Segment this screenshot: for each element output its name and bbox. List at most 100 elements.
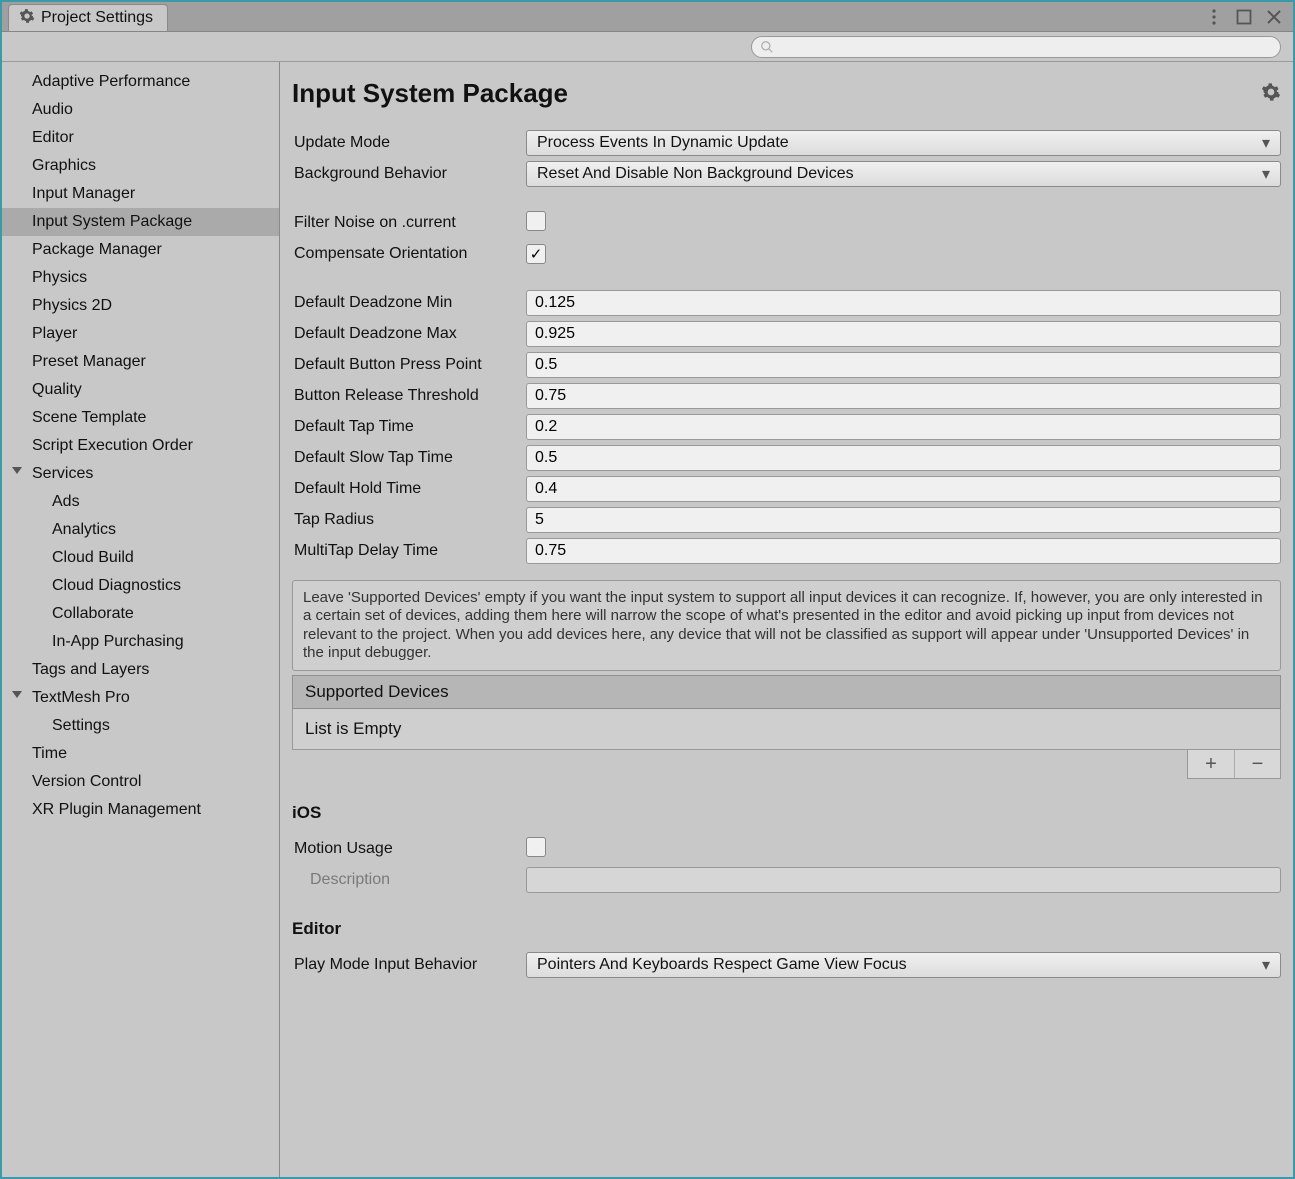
sidebar-item-input-system-package[interactable]: Input System Package: [2, 208, 279, 236]
filter-noise-label: Filter Noise on .current: [292, 214, 526, 232]
sidebar-item-quality[interactable]: Quality: [2, 376, 279, 404]
sidebar-item-textmesh-pro[interactable]: TextMesh Pro: [2, 684, 279, 712]
sidebar-item-version-control[interactable]: Version Control: [2, 768, 279, 796]
tab-project-settings[interactable]: Project Settings: [8, 4, 168, 31]
sidebar-item-label: TextMesh Pro: [32, 689, 130, 706]
motion-usage-checkbox[interactable]: [526, 837, 546, 857]
sidebar-item-scene-template[interactable]: Scene Template: [2, 404, 279, 432]
list-remove-button[interactable]: −: [1234, 750, 1280, 778]
button-release-threshold-label: Button Release Threshold: [292, 387, 526, 405]
background-behavior-select[interactable]: Reset And Disable Non Background Devices…: [526, 161, 1281, 187]
sidebar-item-label: Time: [32, 745, 67, 762]
sidebar-item-label: Scene Template: [32, 409, 146, 426]
tap-time-label: Default Tap Time: [292, 418, 526, 436]
play-mode-input-behavior-select[interactable]: Pointers And Keyboards Respect Game View…: [526, 952, 1281, 978]
multitap-delay-label: MultiTap Delay Time: [292, 542, 526, 560]
close-icon[interactable]: [1265, 8, 1283, 26]
sidebar-item-audio[interactable]: Audio: [2, 96, 279, 124]
chevron-down-icon: [12, 467, 22, 474]
select-value: Reset And Disable Non Background Devices: [537, 165, 854, 183]
list-add-button[interactable]: +: [1188, 750, 1234, 778]
supported-devices-info: Leave 'Supported Devices' empty if you w…: [292, 580, 1281, 671]
sidebar-item-analytics[interactable]: Analytics: [2, 516, 279, 544]
sidebar-item-adaptive-performance[interactable]: Adaptive Performance: [2, 68, 279, 96]
deadzone-min-label: Default Deadzone Min: [292, 294, 526, 312]
sidebar-item-physics[interactable]: Physics: [2, 264, 279, 292]
gear-icon: [19, 8, 35, 29]
project-settings-window: Project Settings Adaptive Performance Aud…: [0, 0, 1295, 1179]
sidebar-item-script-execution-order[interactable]: Script Execution Order: [2, 432, 279, 460]
sidebar-item-services[interactable]: Services: [2, 460, 279, 488]
select-value: Process Events In Dynamic Update: [537, 134, 789, 152]
motion-description-input[interactable]: [526, 867, 1281, 893]
sidebar-item-xr-plugin-management[interactable]: XR Plugin Management: [2, 796, 279, 824]
update-mode-label: Update Mode: [292, 134, 526, 152]
sidebar-item-label: Graphics: [32, 157, 96, 174]
update-mode-select[interactable]: Process Events In Dynamic Update ▾: [526, 130, 1281, 156]
tab-label: Project Settings: [41, 9, 153, 27]
deadzone-max-input[interactable]: [526, 321, 1281, 347]
button-press-point-label: Default Button Press Point: [292, 356, 526, 374]
slow-tap-time-input[interactable]: [526, 445, 1281, 471]
sidebar-item-label: Script Execution Order: [32, 437, 193, 454]
search-field[interactable]: [751, 36, 1281, 58]
multitap-delay-input[interactable]: [526, 538, 1281, 564]
hold-time-input[interactable]: [526, 476, 1281, 502]
sidebar-item-label: In-App Purchasing: [52, 633, 184, 650]
sidebar-item-label: Editor: [32, 129, 74, 146]
chevron-down-icon: ▾: [1262, 133, 1270, 153]
sidebar-item-preset-manager[interactable]: Preset Manager: [2, 348, 279, 376]
tap-time-input[interactable]: [526, 414, 1281, 440]
hold-time-label: Default Hold Time: [292, 480, 526, 498]
searchbar: [2, 32, 1293, 62]
filter-noise-checkbox[interactable]: [526, 211, 546, 231]
sidebar-item-settings[interactable]: Settings: [2, 712, 279, 740]
sidebar-item-label: Physics: [32, 269, 87, 286]
sidebar-item-tags-and-layers[interactable]: Tags and Layers: [2, 656, 279, 684]
sidebar-item-label: Version Control: [32, 773, 141, 790]
titlebar: Project Settings: [2, 2, 1293, 32]
chevron-down-icon: ▾: [1262, 955, 1270, 975]
sidebar-item-label: Ads: [52, 493, 80, 510]
sidebar-item-collaborate[interactable]: Collaborate: [2, 600, 279, 628]
sidebar-item-label: Analytics: [52, 521, 116, 538]
settings-category-sidebar[interactable]: Adaptive Performance Audio Editor Graphics I…: [2, 62, 280, 1177]
supported-devices-body: List is Empty: [292, 709, 1281, 750]
sidebar-item-physics-2d[interactable]: Physics 2D: [2, 292, 279, 320]
motion-usage-label: Motion Usage: [292, 840, 526, 858]
compensate-orientation-checkbox[interactable]: [526, 244, 546, 264]
sidebar-item-ads[interactable]: Ads: [2, 488, 279, 516]
sidebar-item-cloud-build[interactable]: Cloud Build: [2, 544, 279, 572]
select-value: Pointers And Keyboards Respect Game View…: [537, 956, 907, 974]
sidebar-item-label: Quality: [32, 381, 82, 398]
maximize-icon[interactable]: [1235, 8, 1253, 26]
sidebar-item-label: Cloud Diagnostics: [52, 577, 181, 594]
deadzone-min-input[interactable]: [526, 290, 1281, 316]
button-release-threshold-input[interactable]: [526, 383, 1281, 409]
sidebar-item-time[interactable]: Time: [2, 740, 279, 768]
sidebar-item-package-manager[interactable]: Package Manager: [2, 236, 279, 264]
page-settings-gear-icon[interactable]: [1261, 82, 1281, 105]
button-press-point-input[interactable]: [526, 352, 1281, 378]
tap-radius-label: Tap Radius: [292, 511, 526, 529]
supported-devices-header[interactable]: Supported Devices: [292, 675, 1281, 709]
tap-radius-input[interactable]: [526, 507, 1281, 533]
sidebar-item-in-app-purchasing[interactable]: In-App Purchasing: [2, 628, 279, 656]
kebab-icon[interactable]: [1205, 8, 1223, 26]
sidebar-item-label: Package Manager: [32, 241, 162, 258]
search-icon: [760, 40, 774, 54]
sidebar-item-input-manager[interactable]: Input Manager: [2, 180, 279, 208]
chevron-down-icon: ▾: [1262, 164, 1270, 184]
sidebar-item-cloud-diagnostics[interactable]: Cloud Diagnostics: [2, 572, 279, 600]
sidebar-item-label: Physics 2D: [32, 297, 112, 314]
plus-icon: +: [1205, 753, 1217, 776]
search-input[interactable]: [774, 39, 1272, 54]
sidebar-item-label: Adaptive Performance: [32, 73, 190, 90]
sidebar-item-label: Settings: [52, 717, 110, 734]
settings-main-panel: Input System Package Update Mode Process…: [280, 62, 1293, 1177]
sidebar-item-graphics[interactable]: Graphics: [2, 152, 279, 180]
sidebar-item-player[interactable]: Player: [2, 320, 279, 348]
sidebar-item-editor[interactable]: Editor: [2, 124, 279, 152]
background-behavior-label: Background Behavior: [292, 165, 526, 183]
supported-devices-list: Supported Devices List is Empty + −: [292, 675, 1281, 779]
